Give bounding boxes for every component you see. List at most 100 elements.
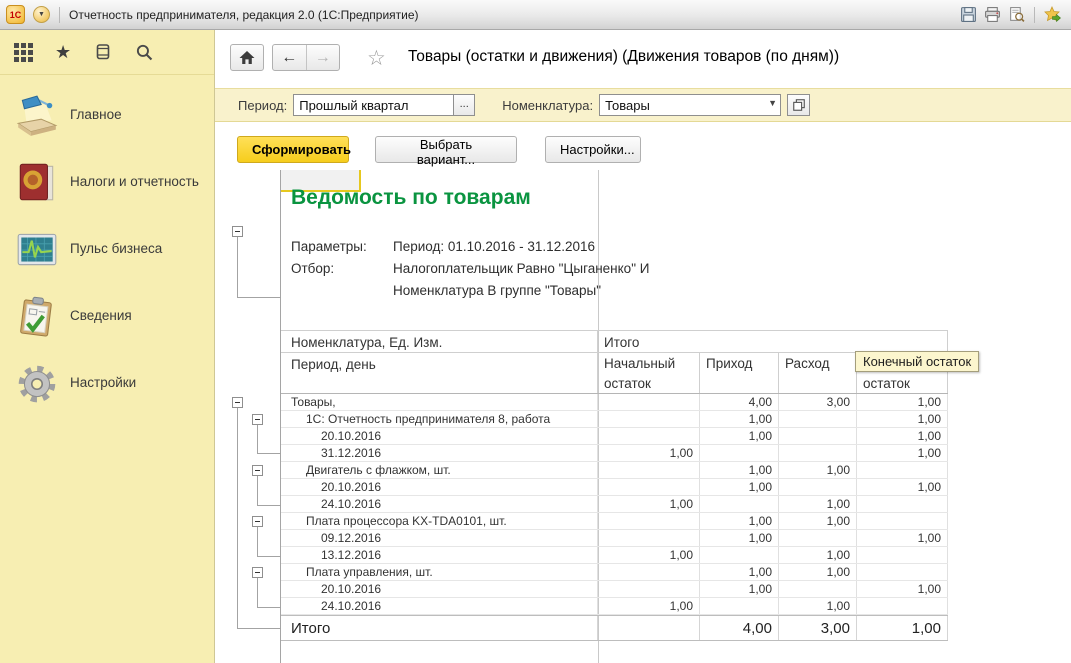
- cell-start-balance[interactable]: [598, 411, 700, 427]
- cell-outflow[interactable]: [779, 581, 857, 597]
- print-icon[interactable]: [984, 6, 1001, 23]
- sidebar-item-nalogi[interactable]: Налоги и отчетность: [0, 148, 214, 215]
- cell-name[interactable]: 20.10.2016: [281, 479, 598, 495]
- cell-inflow[interactable]: [700, 496, 779, 512]
- table-row[interactable]: Двигатель с флажком, шт. 1,00 1,00: [281, 462, 948, 479]
- generate-button[interactable]: Сформировать: [237, 136, 349, 163]
- system-menu-button[interactable]: ▼: [33, 6, 50, 23]
- collapse-group-button[interactable]: [232, 397, 243, 408]
- cell-end-balance[interactable]: 1,00: [857, 411, 948, 427]
- back-button[interactable]: ←: [273, 45, 307, 70]
- cell-name[interactable]: 31.12.2016: [281, 445, 598, 461]
- cell-inflow[interactable]: [700, 598, 779, 614]
- table-row[interactable]: Плата управления, шт. 1,00 1,00: [281, 564, 948, 581]
- chevron-down-icon[interactable]: ▼: [768, 98, 777, 108]
- cell-start-balance[interactable]: [598, 513, 700, 529]
- cell-inflow[interactable]: 1,00: [700, 479, 779, 495]
- cell-start-balance[interactable]: [598, 394, 700, 410]
- print-preview-icon[interactable]: [1008, 6, 1025, 23]
- cell-start-balance[interactable]: 1,00: [598, 547, 700, 563]
- table-row[interactable]: 13.12.2016 1,00 1,00: [281, 547, 948, 564]
- cell-name[interactable]: 20.10.2016: [281, 581, 598, 597]
- cell-start-balance[interactable]: [598, 564, 700, 580]
- collapse-group-button[interactable]: [252, 414, 263, 425]
- cell-end-balance[interactable]: 1,00: [857, 394, 948, 410]
- collapse-group-button[interactable]: [252, 516, 263, 527]
- cell-inflow[interactable]: 1,00: [700, 513, 779, 529]
- choose-variant-button[interactable]: Выбрать вариант...: [375, 136, 517, 163]
- sidebar-item-nastroyki[interactable]: Настройки: [0, 349, 214, 416]
- table-row[interactable]: Плата процессора KX-TDA0101, шт. 1,00 1,…: [281, 513, 948, 530]
- cell-end-balance[interactable]: 1,00: [857, 445, 948, 461]
- cell-start-balance[interactable]: [598, 428, 700, 444]
- cell-outflow[interactable]: [779, 428, 857, 444]
- table-row[interactable]: 31.12.2016 1,00 1,00: [281, 445, 948, 462]
- cell-inflow[interactable]: 1,00: [700, 411, 779, 427]
- cell-outflow[interactable]: 1,00: [779, 462, 857, 478]
- cell-end-balance[interactable]: 1,00: [857, 479, 948, 495]
- home-button[interactable]: [230, 44, 264, 71]
- period-input[interactable]: [293, 94, 453, 116]
- collapse-group-button[interactable]: [232, 226, 243, 237]
- cell-inflow[interactable]: 1,00: [700, 530, 779, 546]
- cell-start-balance[interactable]: 1,00: [598, 445, 700, 461]
- cell-end-balance[interactable]: [857, 547, 948, 563]
- cell-name[interactable]: 1С: Отчетность предпринимателя 8, работа: [281, 411, 598, 427]
- cell-inflow[interactable]: 1,00: [700, 581, 779, 597]
- sidebar-item-svedeniya[interactable]: Сведения: [0, 282, 214, 349]
- cell-start-balance[interactable]: [598, 462, 700, 478]
- cell-name[interactable]: Товары,: [281, 394, 598, 410]
- save-icon[interactable]: [960, 6, 977, 23]
- cell-inflow[interactable]: 1,00: [700, 428, 779, 444]
- cell-outflow[interactable]: 1,00: [779, 496, 857, 512]
- cell-outflow[interactable]: 1,00: [779, 547, 857, 563]
- table-total-row[interactable]: Итого 4,00 3,00 1,00: [281, 615, 948, 641]
- cell-start-balance[interactable]: [598, 581, 700, 597]
- cell-name[interactable]: Плата процессора KX-TDA0101, шт.: [281, 513, 598, 529]
- cell-end-balance[interactable]: 1,00: [857, 581, 948, 597]
- table-row[interactable]: 1С: Отчетность предпринимателя 8, работа…: [281, 411, 948, 428]
- cell-end-balance[interactable]: 1,00: [857, 428, 948, 444]
- collapse-group-button[interactable]: [252, 465, 263, 476]
- cell-start-balance[interactable]: [598, 479, 700, 495]
- favorite-toggle-star-icon[interactable]: ☆: [367, 46, 386, 71]
- cell-start-balance[interactable]: 1,00: [598, 598, 700, 614]
- cell-outflow[interactable]: 1,00: [779, 513, 857, 529]
- table-row[interactable]: Товары, 4,00 3,00 1,00: [281, 394, 948, 411]
- settings-button[interactable]: Настройки...: [545, 136, 641, 163]
- cell-outflow[interactable]: [779, 479, 857, 495]
- cell-name[interactable]: Плата управления, шт.: [281, 564, 598, 580]
- cell-name[interactable]: 24.10.2016: [281, 598, 598, 614]
- favorites-star-arrow-icon[interactable]: [1044, 6, 1061, 23]
- cell-outflow[interactable]: [779, 530, 857, 546]
- table-row[interactable]: 09.12.2016 1,00 1,00: [281, 530, 948, 547]
- cell-end-balance[interactable]: [857, 564, 948, 580]
- period-ellipsis-button[interactable]: ...: [453, 94, 475, 116]
- favorites-star-icon[interactable]: ★: [55, 43, 71, 61]
- cell-inflow[interactable]: [700, 547, 779, 563]
- cell-outflow[interactable]: 1,00: [779, 598, 857, 614]
- cell-end-balance[interactable]: [857, 496, 948, 512]
- sidebar-item-glavnoe[interactable]: Главное: [0, 81, 214, 148]
- cell-start-balance[interactable]: [598, 530, 700, 546]
- history-scroll-icon[interactable]: [93, 42, 113, 62]
- nomenclature-input[interactable]: [599, 94, 781, 116]
- cell-name[interactable]: 13.12.2016: [281, 547, 598, 563]
- cell-name[interactable]: Двигатель с флажком, шт.: [281, 462, 598, 478]
- table-row[interactable]: 20.10.2016 1,00 1,00: [281, 581, 948, 598]
- cell-end-balance[interactable]: [857, 598, 948, 614]
- cell-outflow[interactable]: [779, 445, 857, 461]
- open-item-button[interactable]: [787, 94, 810, 116]
- cell-inflow[interactable]: [700, 445, 779, 461]
- table-row[interactable]: 24.10.2016 1,00 1,00: [281, 496, 948, 513]
- sidebar-item-puls[interactable]: Пульс бизнеса: [0, 215, 214, 282]
- table-row[interactable]: 20.10.2016 1,00 1,00: [281, 479, 948, 496]
- cell-inflow[interactable]: 1,00: [700, 564, 779, 580]
- cell-inflow[interactable]: 1,00: [700, 462, 779, 478]
- cell-outflow[interactable]: [779, 411, 857, 427]
- search-icon[interactable]: [135, 43, 154, 62]
- cell-outflow[interactable]: 3,00: [779, 394, 857, 410]
- menu-grid-icon[interactable]: [14, 43, 33, 62]
- table-row[interactable]: 24.10.2016 1,00 1,00: [281, 598, 948, 615]
- cell-name[interactable]: 24.10.2016: [281, 496, 598, 512]
